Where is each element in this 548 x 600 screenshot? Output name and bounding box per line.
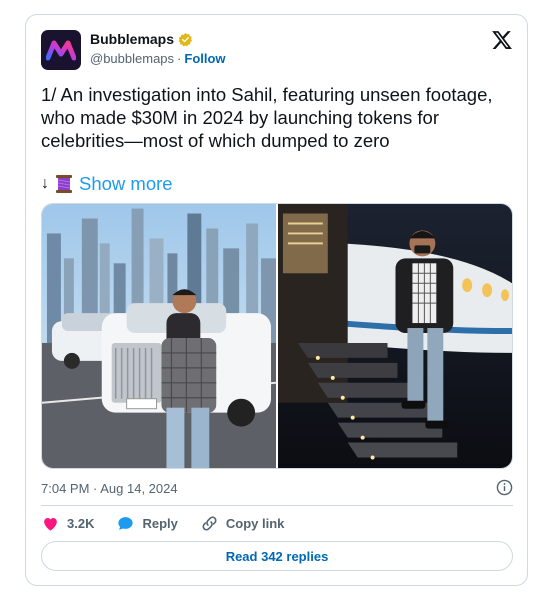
tweet-media [41,203,513,469]
bubblemaps-logo [46,40,76,61]
author-avatar[interactable] [41,30,81,70]
tweet-card: Bubblemaps @bubblemaps · Follow 1/ An in… [25,14,528,586]
heart-icon [44,517,57,531]
action-bar: 3.2K Reply Copy link [41,514,306,533]
link-icon [202,516,217,531]
author-handle[interactable]: @bubblemaps [90,51,174,66]
photo-city-car[interactable] [42,204,276,468]
reply-button[interactable]: Reply [116,514,178,533]
verified-badge-icon [178,32,193,46]
author-name-row: Bubblemaps [90,31,193,47]
show-more-row: ↓ Show more [41,173,173,195]
copy-link-button[interactable]: Copy link [200,514,285,533]
down-arrow: ↓ [41,175,49,192]
tweet-text: 1/ An investigation into Sahil, featurin… [41,84,493,151]
thread-spool-icon [56,175,72,193]
tweet-timestamp[interactable]: 7:04 PM · Aug 14, 2024 [41,481,178,496]
x-logo-icon[interactable] [491,29,513,51]
photo-private-jet[interactable] [278,204,512,468]
like-count: 3.2K [67,516,95,531]
like-button[interactable]: 3.2K [41,514,94,533]
copy-link-label: Copy link [225,516,285,531]
author-name[interactable]: Bubblemaps [90,31,174,47]
info-icon[interactable] [496,479,513,496]
divider [41,505,513,506]
reply-bubble-icon [118,517,134,530]
show-more-link[interactable]: Show more [79,173,173,195]
reply-label: Reply [142,516,178,531]
separator-dot: · [177,51,182,66]
author-handle-row: @bubblemaps · Follow [90,51,226,66]
follow-button[interactable]: Follow [184,51,225,66]
read-replies-button[interactable]: Read 342 replies [41,541,513,571]
timestamp-row: 7:04 PM · Aug 14, 2024 [41,479,513,496]
